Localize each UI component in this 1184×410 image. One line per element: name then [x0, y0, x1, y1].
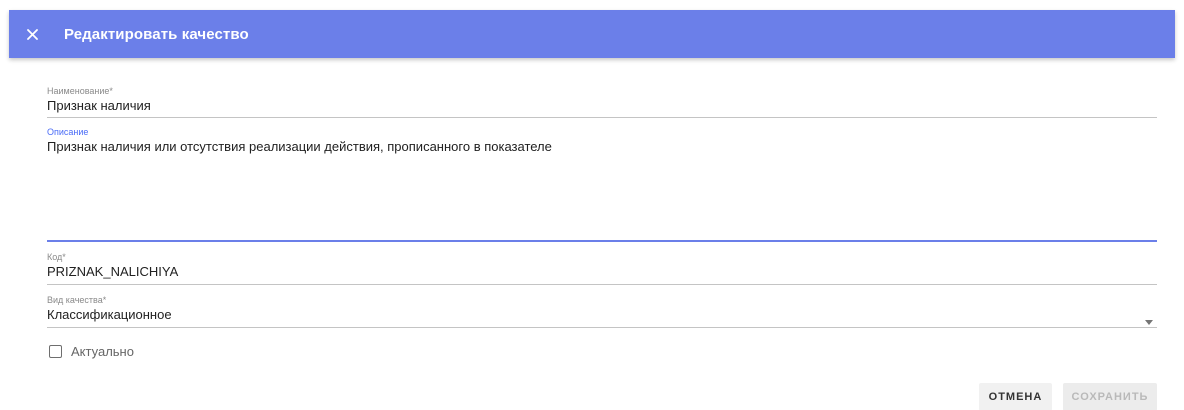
code-input[interactable]: PRIZNAK_NALICHIYA — [47, 264, 1157, 280]
actual-checkbox-label: Актуально — [71, 344, 134, 359]
dialog-header: Редактировать качество — [9, 10, 1175, 58]
quality-type-label: Вид качества* — [47, 295, 107, 305]
quality-type-underline — [47, 327, 1157, 328]
description-textarea[interactable]: Признак наличия или отсутствия реализаци… — [47, 139, 1157, 155]
description-label: Описание — [47, 127, 89, 137]
dialog-title: Редактировать качество — [64, 25, 249, 43]
code-underline — [47, 284, 1157, 285]
close-icon — [26, 28, 38, 40]
quality-type-value[interactable]: Классификационное — [47, 307, 1157, 323]
code-label: Код* — [47, 252, 66, 262]
chevron-down-icon[interactable] — [1145, 320, 1153, 325]
name-underline — [47, 117, 1157, 118]
description-field[interactable]: Описание Признак наличия или отсутствия … — [47, 127, 1157, 243]
actual-checkbox[interactable] — [49, 345, 62, 358]
quality-type-select[interactable]: Вид качества* Классификационное — [47, 295, 1157, 329]
name-label: Наименование* — [47, 86, 113, 96]
cancel-button[interactable]: ОТМЕНА — [979, 383, 1052, 410]
code-field[interactable]: Код* PRIZNAK_NALICHIYA — [47, 252, 1157, 286]
close-button[interactable] — [22, 24, 42, 44]
edit-quality-dialog: Редактировать качество Наименование* При… — [0, 0, 1184, 410]
save-button[interactable]: СОХРАНИТЬ — [1063, 383, 1157, 410]
name-input[interactable]: Признак наличия — [47, 98, 1157, 114]
description-underline — [47, 240, 1157, 242]
name-field[interactable]: Наименование* Признак наличия — [47, 86, 1157, 118]
actual-checkbox-row[interactable]: Актуально — [49, 344, 134, 359]
